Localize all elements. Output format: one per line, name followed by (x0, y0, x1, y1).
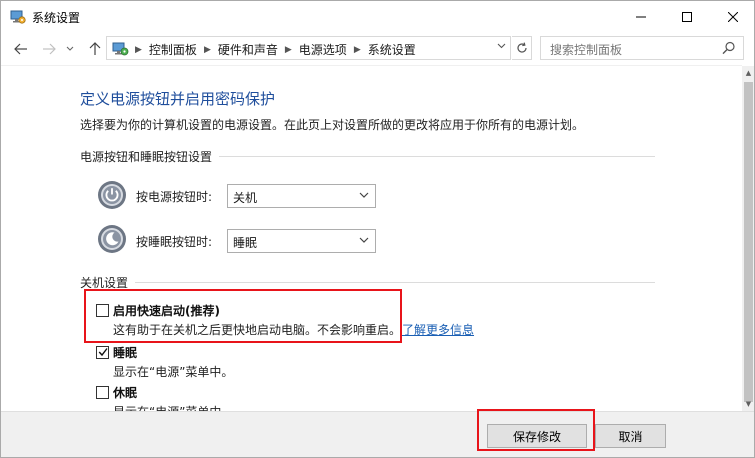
close-icon (728, 11, 738, 22)
hibernate-option-label[interactable]: 休眠 (113, 384, 137, 401)
up-button[interactable] (86, 40, 104, 58)
minimize-button[interactable] (618, 1, 664, 32)
breadcrumb-separator-icon[interactable]: ▶ (354, 45, 361, 55)
breadcrumb: ▶ 控制面板 ▶ 硬件和声音 ▶ 电源选项 ▶ 系统设置 (135, 41, 416, 58)
scrollbar-thumb[interactable] (744, 82, 753, 402)
search-placeholder: 搜索控制面板 (550, 43, 623, 57)
title-bar: 系统设置 (1, 1, 754, 32)
power-button-label: 按电源按钮时: (136, 190, 213, 204)
checkmark-icon (98, 348, 108, 357)
sleep-button-action-value: 睡眠 (233, 236, 258, 250)
chevron-down-icon (497, 43, 506, 49)
breadcrumb-separator-icon[interactable]: ▶ (285, 45, 292, 55)
hibernate-option-checkbox[interactable] (96, 386, 109, 399)
cancel-button[interactable]: 取消 (595, 424, 666, 448)
highlight-box (84, 289, 402, 343)
vertical-scrollbar[interactable]: ▲ ▼ (742, 66, 754, 411)
breadcrumb-item-power-options[interactable]: 电源选项 (299, 41, 347, 58)
power-button-action-select[interactable]: 关机 (227, 184, 376, 208)
breadcrumb-separator-icon[interactable]: ▶ (204, 45, 211, 55)
forward-button[interactable] (40, 40, 58, 58)
power-button-action-value: 关机 (233, 191, 258, 205)
address-history-dropdown[interactable] (497, 42, 506, 52)
section-divider (219, 156, 655, 157)
breadcrumb-item-hardware-sound[interactable]: 硬件和声音 (218, 41, 278, 58)
back-button[interactable] (12, 40, 30, 58)
learn-more-link[interactable]: 了解更多信息 (402, 321, 474, 338)
power-button-icon (98, 181, 126, 209)
maximize-button[interactable] (664, 1, 710, 32)
breadcrumb-separator-icon: ▶ (135, 44, 142, 55)
breadcrumb-item-control-panel[interactable]: 控制面板 (149, 41, 197, 58)
system-settings-window: 系统设置 ▶ 控制面板 ▶ 硬件和声音 ▶ 电源选项 ▶ 系统设置 搜索控制面板… (0, 0, 755, 458)
page-description: 选择要为你的计算机设置的电源设置。在此页上对设置所做的更改将应用于你所有的电源计… (80, 118, 585, 132)
refresh-button[interactable] (512, 36, 532, 60)
control-panel-icon (112, 42, 129, 56)
arrow-right-icon (43, 43, 56, 55)
page-title: 定义电源按钮并启用密码保护 (80, 90, 276, 108)
control-panel-icon (10, 10, 26, 24)
search-input[interactable]: 搜索控制面板 (540, 36, 744, 60)
main-content: 定义电源按钮并启用密码保护 选择要为你的计算机设置的电源设置。在此页上对设置所做… (1, 66, 742, 411)
sleep-button-label: 按睡眠按钮时: (136, 235, 213, 249)
refresh-icon (516, 42, 527, 53)
sleep-option-checkbox[interactable] (96, 346, 109, 359)
sleep-option-description: 显示在“电源”菜单中。 (113, 365, 234, 379)
scroll-up-icon[interactable]: ▲ (742, 66, 754, 80)
chevron-down-icon (359, 237, 369, 243)
sleep-option-label[interactable]: 睡眠 (113, 344, 137, 361)
breadcrumb-item-system-settings[interactable]: 系统设置 (368, 41, 416, 58)
recent-locations-button[interactable] (64, 40, 76, 58)
close-button[interactable] (710, 1, 754, 32)
sleep-button-action-select[interactable]: 睡眠 (227, 229, 376, 253)
window-title: 系统设置 (32, 11, 81, 25)
maximize-icon (682, 11, 692, 22)
power-buttons-section-label: 电源按钮和睡眠按钮设置 (80, 150, 213, 164)
scroll-down-icon[interactable]: ▼ (742, 397, 754, 411)
arrow-up-icon (89, 42, 101, 55)
arrow-left-icon (14, 43, 27, 55)
search-icon[interactable] (722, 41, 736, 55)
highlight-box (477, 409, 595, 451)
sleep-button-icon (98, 225, 126, 253)
dialog-footer: 保存修改 取消 (1, 409, 754, 457)
chevron-down-icon (66, 46, 74, 51)
address-bar[interactable]: ▶ 控制面板 ▶ 硬件和声音 ▶ 电源选项 ▶ 系统设置 (106, 36, 511, 60)
hibernate-option-description: 显示在“电源”菜单中。 (113, 403, 233, 411)
navigation-bar: ▶ 控制面板 ▶ 硬件和声音 ▶ 电源选项 ▶ 系统设置 搜索控制面板 (1, 32, 754, 65)
minimize-icon (636, 16, 646, 17)
section-divider (135, 282, 655, 283)
chevron-down-icon (359, 192, 369, 198)
